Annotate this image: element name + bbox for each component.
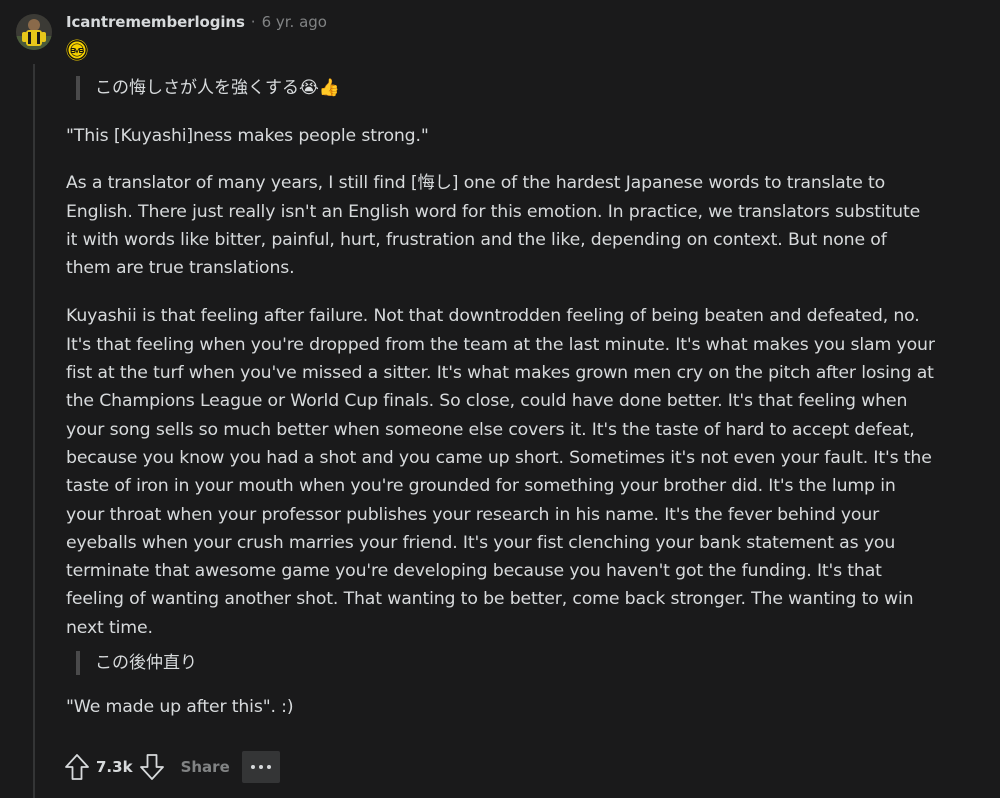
blockquote-japanese: この悔しさが人を強くする😭👍 xyxy=(76,76,936,100)
bvb-crest-icon xyxy=(66,39,88,61)
share-button[interactable]: Share xyxy=(181,758,230,776)
thread-line[interactable] xyxy=(33,64,35,798)
upvote-button[interactable] xyxy=(62,751,92,783)
arrow-up-icon xyxy=(65,754,89,780)
avatar[interactable] xyxy=(16,14,52,50)
paragraph-translation: "This [Kuyashi]ness makes people strong.… xyxy=(66,126,429,146)
arrow-down-icon xyxy=(139,754,164,780)
more-options-button[interactable] xyxy=(241,751,280,783)
comment-meta: Icantrememberlogins · 6 yr. ago xyxy=(66,11,327,33)
avatar-image xyxy=(16,14,52,50)
paragraph-made-up: "We made up after this". :) xyxy=(66,697,294,718)
comment-body: この悔しさが人を強くする😭👍 "This [Kuyashi]ness makes… xyxy=(66,76,936,721)
timestamp[interactable]: 6 yr. ago xyxy=(262,13,327,31)
paragraph-translator-note: As a translator of many years, I still f… xyxy=(66,173,921,279)
paragraph-kuyashii-explanation: Kuyashii is that feeling after failure. … xyxy=(66,306,935,638)
comment-actions: 7.3k Share xyxy=(62,750,280,784)
downvote-button[interactable] xyxy=(137,751,167,783)
blockquote-japanese-second: この後仲直り xyxy=(76,651,936,676)
vote-score: 7.3k xyxy=(96,758,133,776)
meta-separator: · xyxy=(250,13,256,31)
comment: Icantrememberlogins · 6 yr. ago この悔しさが人を… xyxy=(0,0,1000,798)
username[interactable]: Icantrememberlogins xyxy=(66,13,245,31)
ellipsis-icon xyxy=(250,765,271,769)
